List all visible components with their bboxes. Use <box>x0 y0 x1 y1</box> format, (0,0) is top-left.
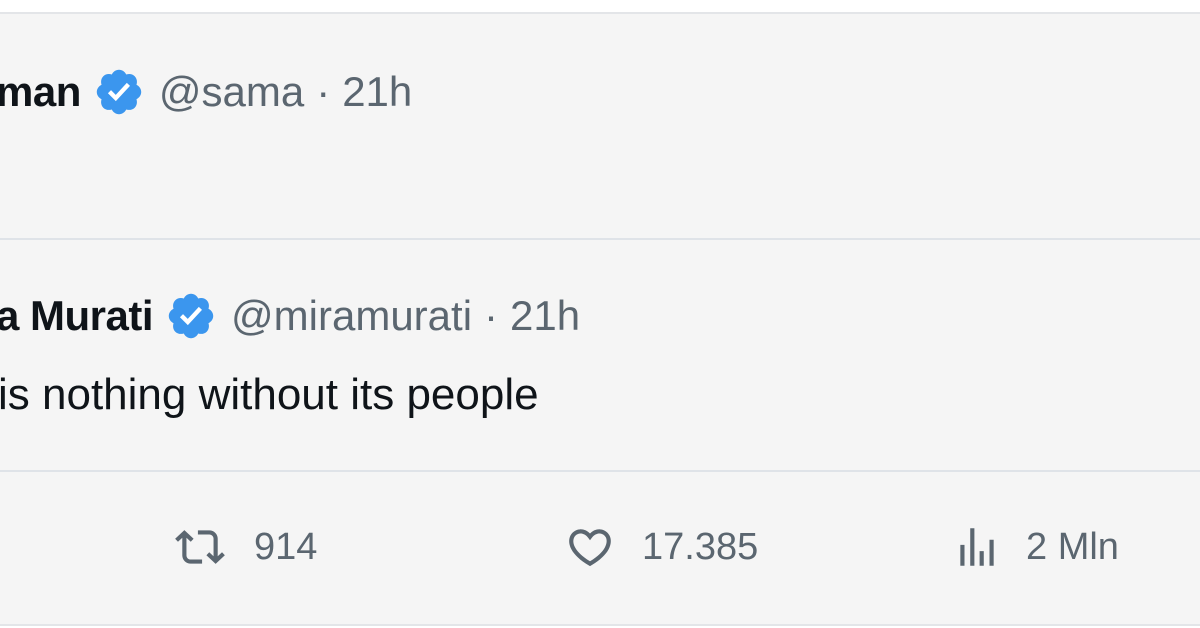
retweet-count: 914 <box>254 525 318 568</box>
verified-badge-icon <box>165 290 217 342</box>
views-chart-icon <box>952 522 1002 572</box>
separator-dot: · <box>484 292 499 339</box>
views-button[interactable]: 2 Mln <box>952 522 1119 572</box>
heart-icon <box>562 522 618 572</box>
retweet-button[interactable]: 914 <box>170 522 317 572</box>
like-button[interactable]: 17.385 <box>562 522 758 572</box>
views-count: 2 Mln <box>1026 525 1119 568</box>
main-tweet-header: man @sama · 21h <box>0 64 412 120</box>
quoted-author-name[interactable]: a Murati <box>0 292 154 340</box>
author-handle[interactable]: @sama <box>159 68 304 116</box>
quoted-tweet-time[interactable]: 21h <box>510 292 580 340</box>
retweet-icon <box>170 522 230 572</box>
like-count: 17.385 <box>642 525 759 568</box>
divider-top <box>0 238 1200 240</box>
divider-bottom <box>0 470 1200 472</box>
author-name[interactable]: man <box>0 68 81 116</box>
separator-dot: · <box>316 68 331 115</box>
verified-badge-icon <box>93 66 145 118</box>
quoted-author-handle[interactable]: @miramurati <box>231 292 472 340</box>
tweet-time[interactable]: 21h <box>342 68 412 116</box>
quoted-tweet-text: is nothing without its people <box>0 370 539 420</box>
quoted-tweet-header: a Murati @miramurati · 21h <box>0 288 580 344</box>
quoted-tweet-text-content: is nothing without its people <box>0 370 539 419</box>
